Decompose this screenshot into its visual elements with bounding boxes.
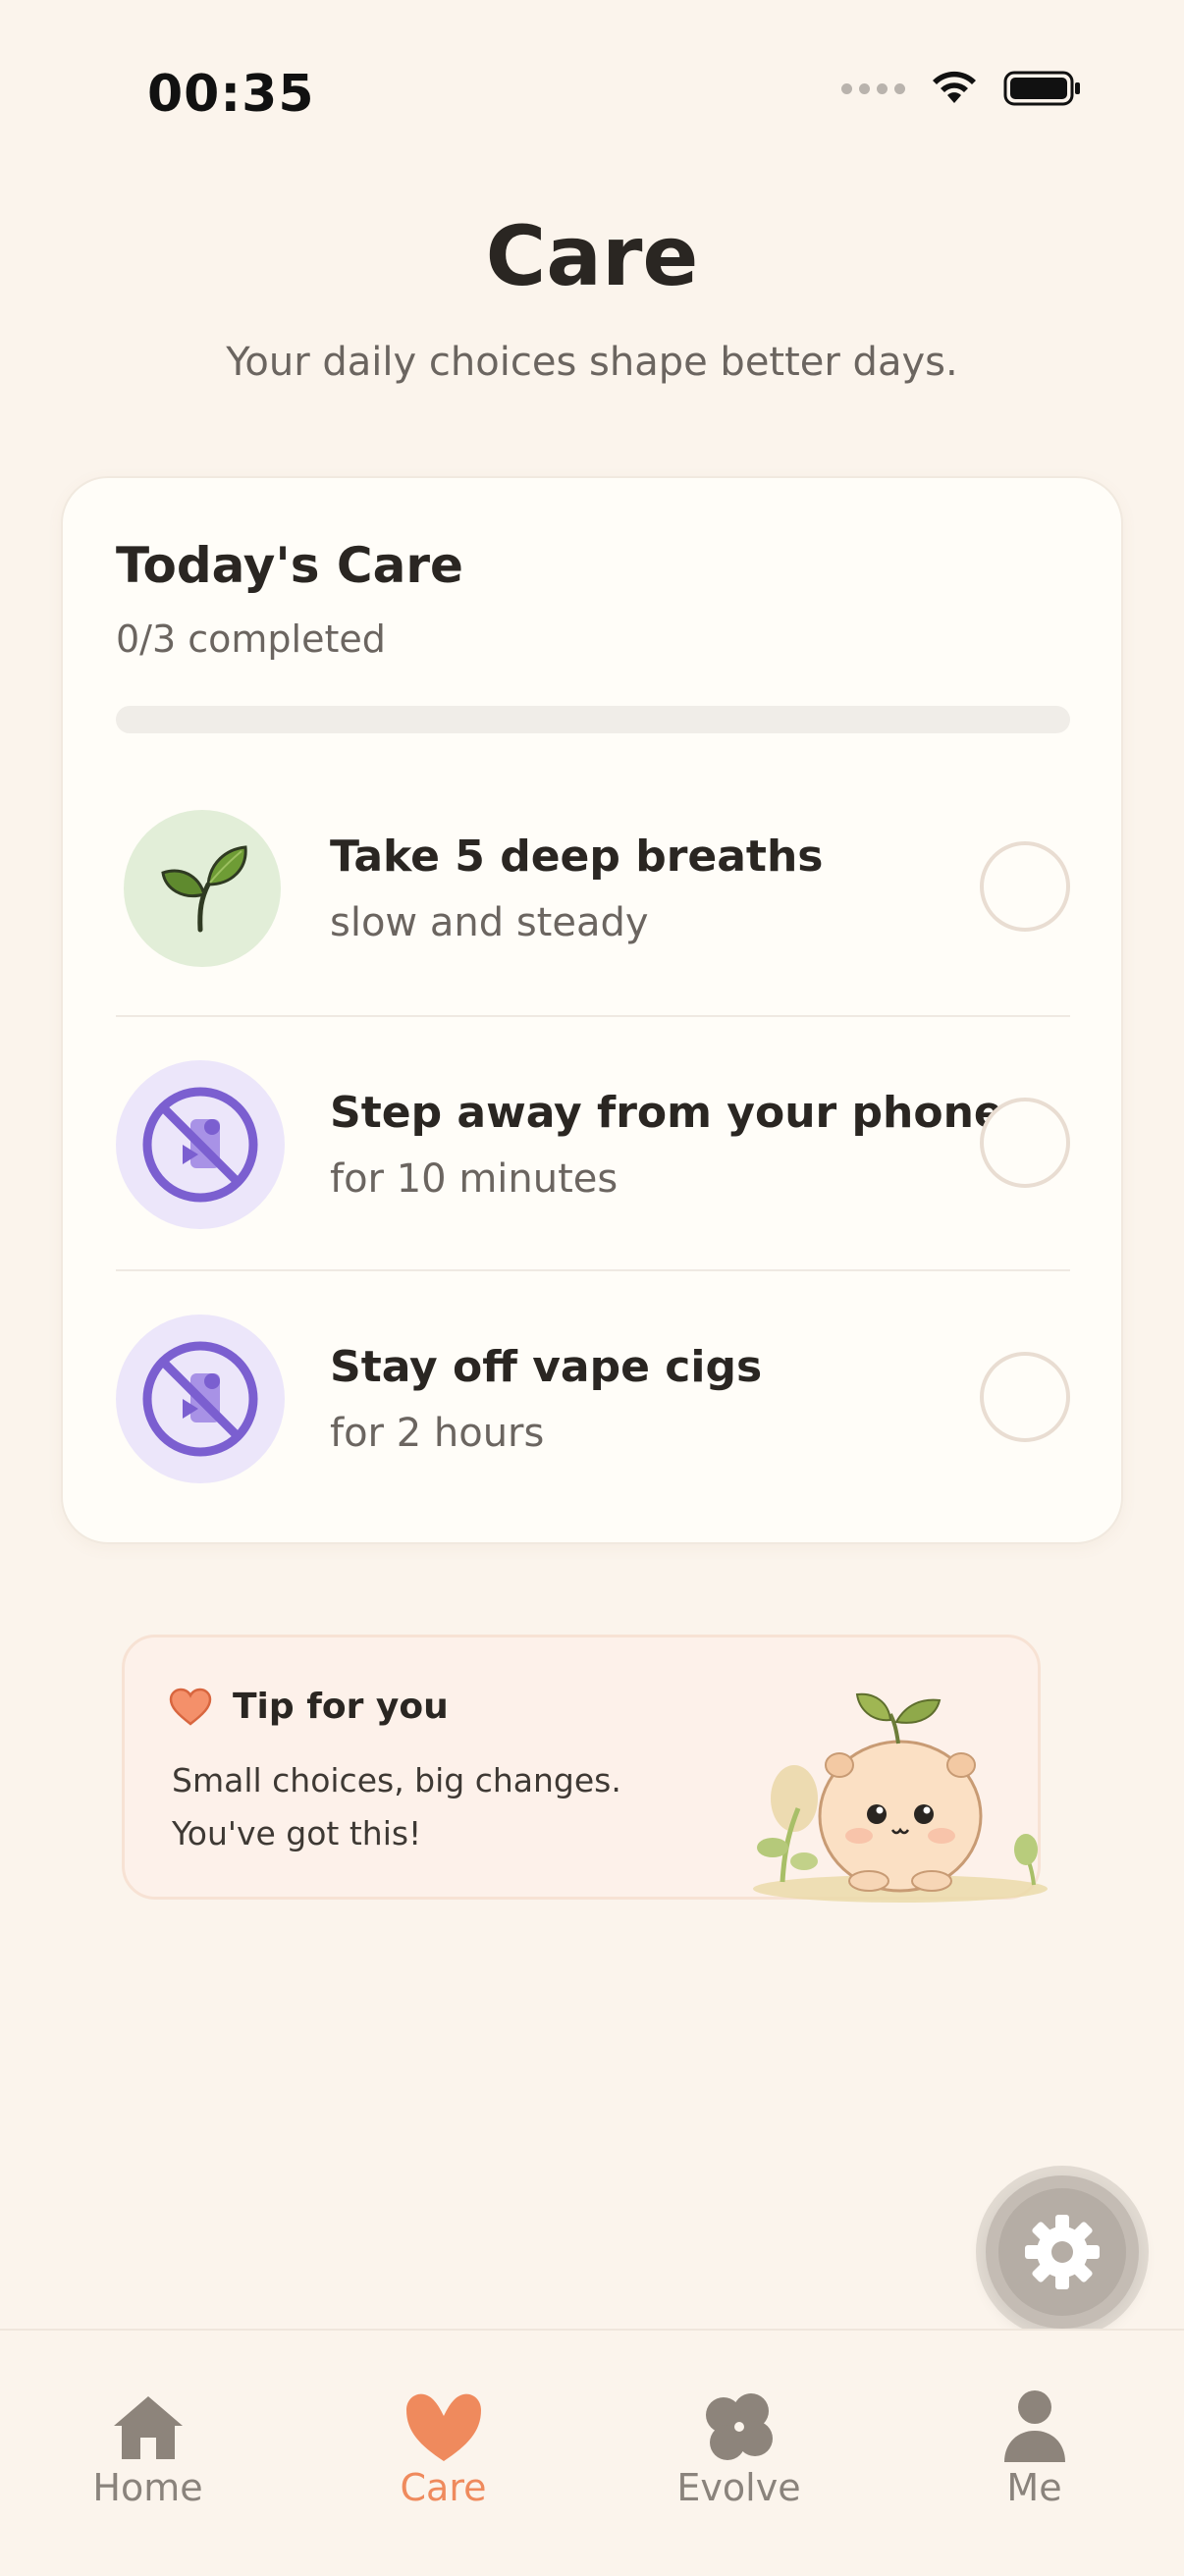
task-checkbox[interactable] bbox=[980, 841, 1070, 932]
settings-button-inner bbox=[998, 2188, 1126, 2316]
task-checkbox[interactable] bbox=[980, 1098, 1070, 1188]
battery-icon bbox=[1003, 71, 1080, 106]
clover-icon bbox=[698, 2386, 780, 2468]
tip-text-line-1: Small choices, big changes. bbox=[172, 1761, 621, 1799]
tab-label: Care bbox=[400, 2466, 487, 2509]
person-icon bbox=[994, 2386, 1076, 2468]
tab-label: Home bbox=[92, 2466, 203, 2509]
tab-me[interactable]: Me bbox=[887, 2331, 1182, 2576]
task-row-step-away-phone[interactable]: Step away from your phone for 10 minutes bbox=[116, 1015, 1070, 1270]
tab-label: Evolve bbox=[676, 2466, 801, 2509]
tip-title: Tip for you bbox=[233, 1687, 449, 1727]
progress-text: 0/3 completed bbox=[116, 617, 386, 661]
no-phone-icon bbox=[116, 1060, 285, 1229]
tab-home[interactable]: Home bbox=[0, 2331, 296, 2576]
mascot-illustration bbox=[753, 1692, 1048, 1903]
task-row-deep-breaths[interactable]: Take 5 deep breaths slow and steady bbox=[116, 761, 1070, 1014]
home-icon bbox=[107, 2386, 189, 2468]
task-subtitle: for 2 hours bbox=[330, 1411, 545, 1456]
task-checkbox[interactable] bbox=[980, 1352, 1070, 1442]
tab-label: Me bbox=[1006, 2466, 1062, 2509]
cellular-signal-icon bbox=[841, 82, 905, 94]
status-bar: 00:35 bbox=[0, 0, 1184, 187]
page-title: Care bbox=[485, 208, 699, 304]
tip-card: Tip for you Small choices, big changes. … bbox=[122, 1635, 1048, 1903]
task-row-stay-off-vape[interactable]: Stay off vape cigs for 2 hours bbox=[116, 1269, 1070, 1525]
heart-icon bbox=[403, 2386, 485, 2468]
todays-care-card: Today's Care 0/3 completed Take 5 deep b… bbox=[61, 476, 1123, 1544]
task-title: Step away from your phone bbox=[330, 1088, 1003, 1138]
tab-bar: Home Care Evolve Me bbox=[0, 2329, 1184, 2576]
status-time: 00:35 bbox=[147, 65, 315, 124]
page-subtitle: Your daily choices shape better days. bbox=[226, 340, 958, 385]
settings-button[interactable] bbox=[986, 2175, 1139, 2329]
task-title: Stay off vape cigs bbox=[330, 1342, 763, 1392]
tip-header: Tip for you bbox=[168, 1687, 449, 1727]
card-title: Today's Care bbox=[116, 537, 463, 594]
no-vape-icon bbox=[116, 1315, 285, 1483]
tip-text-line-2: You've got this! bbox=[172, 1814, 422, 1852]
progress-bar bbox=[116, 706, 1070, 733]
tab-care[interactable]: Care bbox=[296, 2331, 591, 2576]
task-subtitle: slow and steady bbox=[330, 900, 649, 945]
heart-icon bbox=[169, 1688, 212, 1726]
wifi-icon bbox=[933, 71, 976, 103]
task-title: Take 5 deep breaths bbox=[330, 832, 824, 882]
gear-icon bbox=[1025, 2215, 1100, 2289]
tab-evolve[interactable]: Evolve bbox=[591, 2331, 887, 2576]
task-subtitle: for 10 minutes bbox=[330, 1156, 619, 1202]
leaf-icon bbox=[124, 810, 281, 967]
status-icons bbox=[841, 69, 1082, 108]
